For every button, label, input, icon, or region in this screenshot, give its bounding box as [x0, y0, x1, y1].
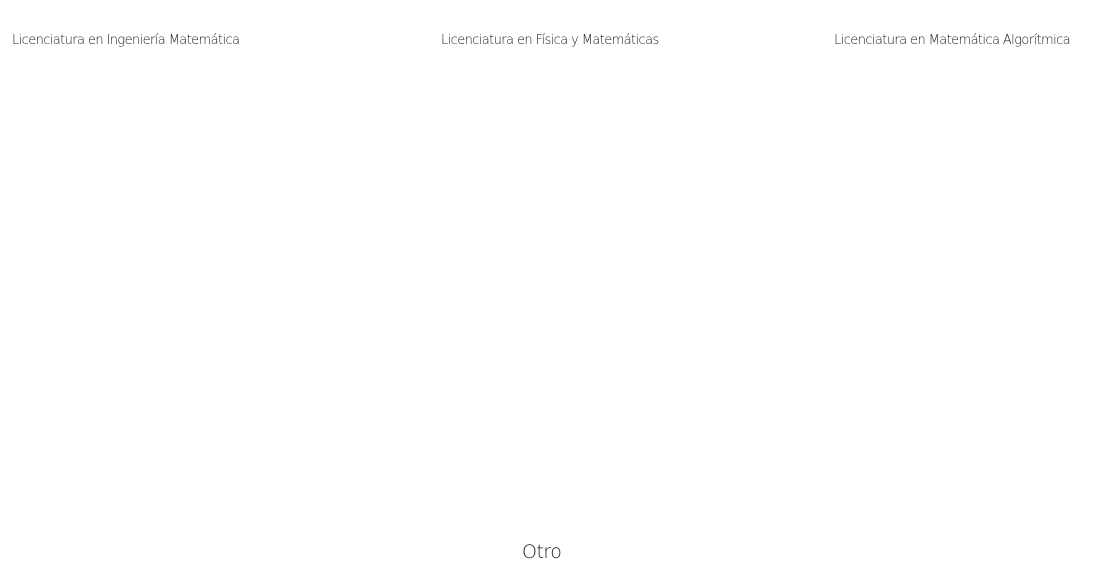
option-matematica-algoritmica[interactable]: Licenciatura en Matemática Algorítmica [834, 33, 1070, 48]
option-otro[interactable]: Otro [522, 541, 562, 563]
option-fisica-y-matematicas[interactable]: Licenciatura en Física y Matemáticas [441, 33, 659, 48]
option-ingenieria-matematica[interactable]: Licenciatura en Ingeniería Matemática [12, 33, 240, 48]
